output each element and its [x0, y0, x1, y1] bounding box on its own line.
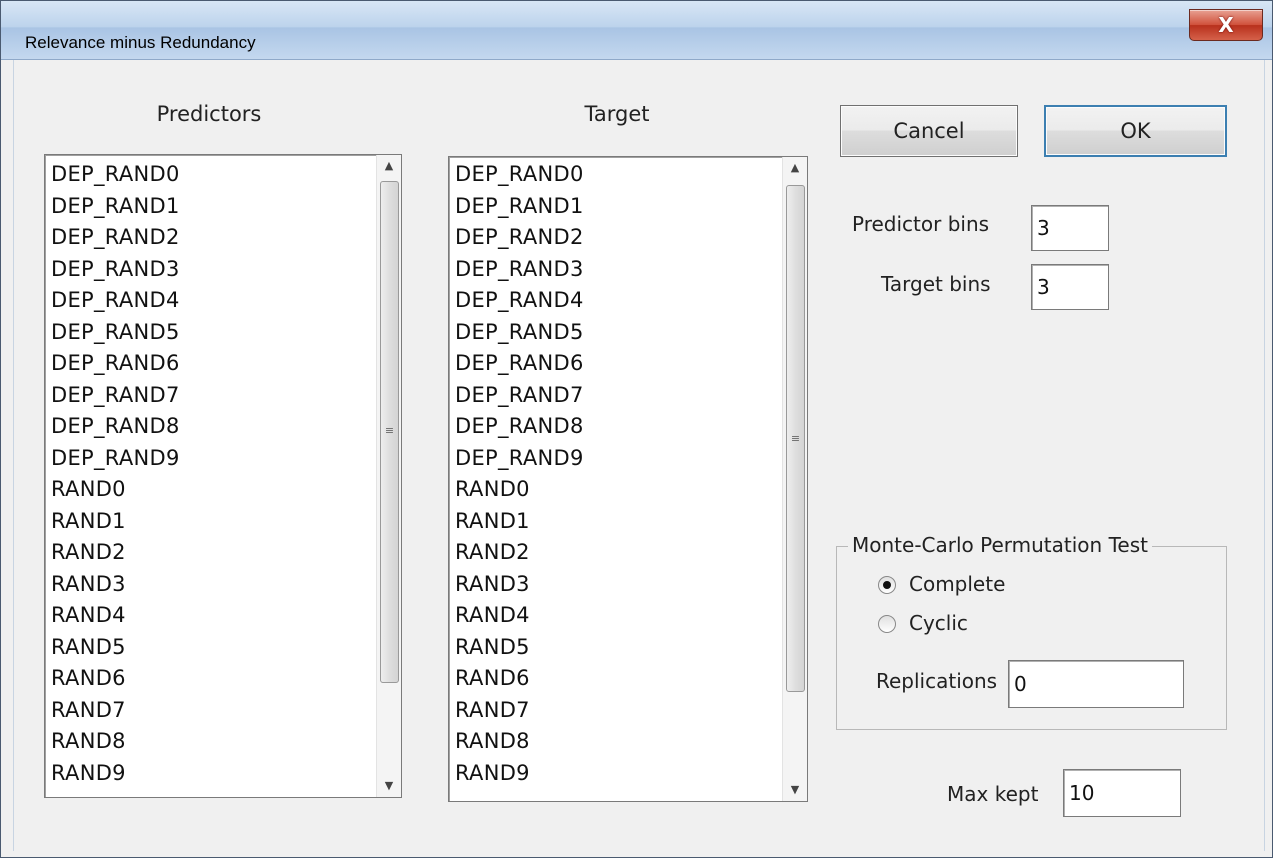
scroll-grip-icon: ≡	[384, 424, 395, 437]
list-item[interactable]: RAND7	[455, 695, 584, 727]
target-heading: Target	[584, 102, 650, 126]
list-item[interactable]: DEP_RAND3	[455, 254, 584, 286]
list-item[interactable]: RAND2	[455, 537, 584, 569]
complete-radio[interactable]	[878, 576, 896, 594]
list-item[interactable]: RAND9	[51, 758, 180, 790]
target-list-items: DEP_RAND0 DEP_RAND1 DEP_RAND2 DEP_RAND3 DEP_…	[455, 159, 584, 789]
close-icon: X	[1218, 13, 1234, 37]
replications-input[interactable]: 0	[1008, 660, 1184, 708]
list-item[interactable]: DEP_RAND5	[51, 317, 180, 349]
dialog-client-area: Predictors DEP_RAND0 DEP_RAND1 DEP_RAND2 DE…	[13, 60, 1265, 851]
list-item[interactable]: DEP_RAND9	[455, 443, 584, 475]
predictors-list-items: DEP_RAND0 DEP_RAND1 DEP_RAND2 DEP_RAND3 DEP_…	[51, 159, 180, 789]
window-title: Relevance minus Redundancy	[25, 33, 256, 52]
list-item[interactable]: RAND8	[455, 726, 584, 758]
target-scrollbar[interactable]: ▲ ≡ ▼	[782, 157, 807, 801]
title-bar[interactable]: Relevance minus Redundancy X	[1, 1, 1272, 60]
list-item[interactable]: DEP_RAND8	[455, 411, 584, 443]
scroll-down-arrow-icon[interactable]: ▼	[377, 775, 401, 797]
target-listbox[interactable]: DEP_RAND0 DEP_RAND1 DEP_RAND2 DEP_RAND3 DEP_…	[448, 156, 808, 802]
list-item[interactable]: DEP_RAND7	[51, 380, 180, 412]
list-item[interactable]: RAND5	[455, 632, 584, 664]
predictor-bins-label: Predictor bins	[852, 212, 990, 236]
list-item[interactable]: RAND4	[455, 600, 584, 632]
list-item[interactable]: RAND1	[455, 506, 584, 538]
list-item[interactable]: DEP_RAND6	[455, 348, 584, 380]
list-item[interactable]: RAND6	[455, 663, 584, 695]
monte-carlo-legend: Monte-Carlo Permutation Test	[848, 533, 1152, 557]
cancel-button[interactable]: Cancel	[840, 105, 1018, 157]
list-item[interactable]: DEP_RAND6	[51, 348, 180, 380]
list-item[interactable]: DEP_RAND2	[51, 222, 180, 254]
list-item[interactable]: DEP_RAND0	[455, 159, 584, 191]
list-item[interactable]: DEP_RAND0	[51, 159, 180, 191]
ok-button[interactable]: OK	[1044, 105, 1227, 157]
replications-label: Replications	[876, 669, 998, 693]
scroll-grip-icon: ≡	[790, 432, 801, 445]
list-item[interactable]: RAND3	[51, 569, 180, 601]
list-item[interactable]: RAND1	[51, 506, 180, 538]
list-item[interactable]: RAND4	[51, 600, 180, 632]
cyclic-radio-label[interactable]: Cyclic	[909, 611, 968, 635]
target-scroll-thumb[interactable]: ≡	[786, 185, 805, 692]
scroll-up-arrow-icon[interactable]: ▲	[377, 155, 401, 177]
predictors-scroll-thumb[interactable]: ≡	[380, 181, 399, 683]
max-kept-label: Max kept	[947, 782, 1039, 806]
close-button[interactable]: X	[1189, 9, 1263, 41]
list-item[interactable]: DEP_RAND5	[455, 317, 584, 349]
list-item[interactable]: RAND5	[51, 632, 180, 664]
predictors-scrollbar[interactable]: ▲ ≡ ▼	[376, 155, 401, 797]
dialog-window: Relevance minus Redundancy X Predictors …	[0, 0, 1273, 858]
list-item[interactable]: DEP_RAND4	[51, 285, 180, 317]
list-item[interactable]: DEP_RAND7	[455, 380, 584, 412]
list-item[interactable]: RAND7	[51, 695, 180, 727]
scroll-up-arrow-icon[interactable]: ▲	[783, 157, 807, 179]
radio-selected-dot-icon	[883, 581, 891, 589]
list-item[interactable]: DEP_RAND8	[51, 411, 180, 443]
list-item[interactable]: RAND3	[455, 569, 584, 601]
list-item[interactable]: DEP_RAND2	[455, 222, 584, 254]
list-item[interactable]: RAND2	[51, 537, 180, 569]
list-item[interactable]: DEP_RAND1	[51, 191, 180, 223]
target-bins-label: Target bins	[881, 272, 991, 296]
list-item[interactable]: RAND6	[51, 663, 180, 695]
list-item[interactable]: RAND9	[455, 758, 584, 790]
predictors-heading: Predictors	[156, 102, 262, 126]
list-item[interactable]: DEP_RAND1	[455, 191, 584, 223]
complete-radio-label[interactable]: Complete	[909, 572, 1005, 596]
list-item[interactable]: DEP_RAND3	[51, 254, 180, 286]
list-item[interactable]: RAND0	[455, 474, 584, 506]
max-kept-input[interactable]: 10	[1063, 769, 1181, 817]
list-item[interactable]: RAND8	[51, 726, 180, 758]
list-item[interactable]: DEP_RAND9	[51, 443, 180, 475]
scroll-down-arrow-icon[interactable]: ▼	[783, 779, 807, 801]
list-item[interactable]: DEP_RAND4	[455, 285, 584, 317]
predictor-bins-input[interactable]: 3	[1031, 205, 1109, 251]
target-bins-input[interactable]: 3	[1031, 264, 1109, 310]
predictors-listbox[interactable]: DEP_RAND0 DEP_RAND1 DEP_RAND2 DEP_RAND3 DEP_…	[44, 154, 402, 798]
list-item[interactable]: RAND0	[51, 474, 180, 506]
cyclic-radio[interactable]	[878, 615, 896, 633]
